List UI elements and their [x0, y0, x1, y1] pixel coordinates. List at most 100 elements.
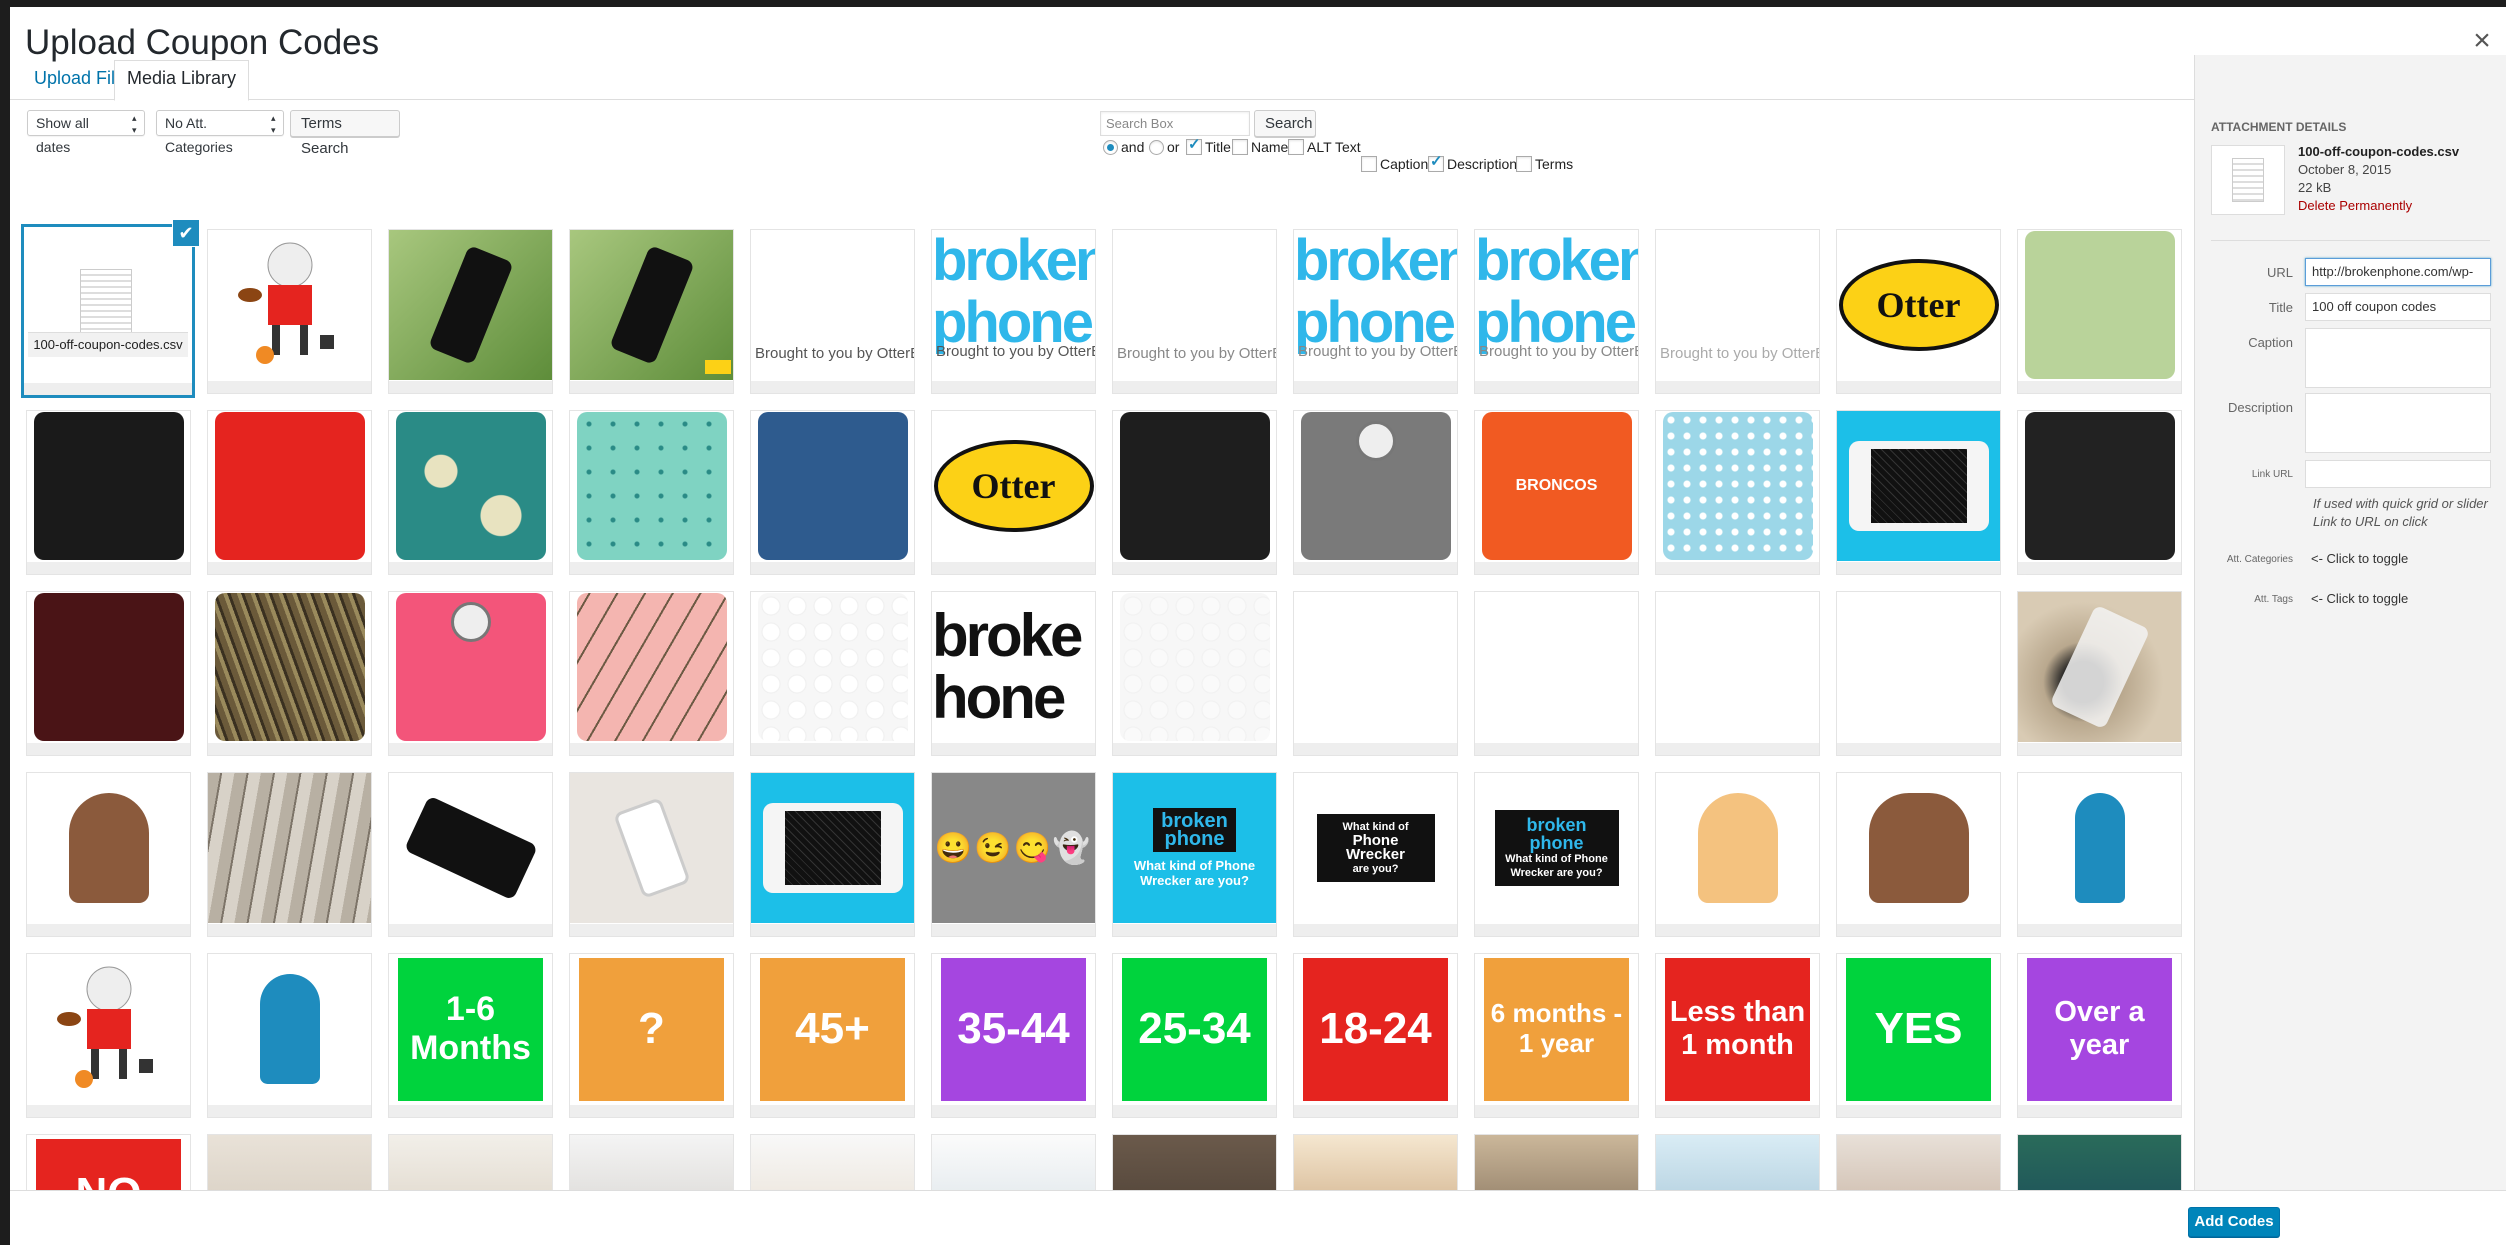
attachment-tile[interactable]: [388, 229, 553, 394]
attachment-tile[interactable]: 35-44: [931, 953, 1096, 1118]
attachment-tile[interactable]: [1655, 410, 1820, 575]
search-button[interactable]: Search: [1254, 110, 1316, 137]
option-terms[interactable]: Terms: [1516, 156, 1573, 172]
attachment-tile[interactable]: [1655, 772, 1820, 937]
attachment-tile[interactable]: 1-6 Months: [388, 953, 553, 1118]
attachment-tile[interactable]: brokenphone Brought to you by OtterBox: [1474, 229, 1639, 394]
attachment-tile[interactable]: [207, 953, 372, 1118]
attachment-tile[interactable]: [1112, 410, 1277, 575]
attachment-tile[interactable]: Brought to you by OtterBox: [1112, 229, 1277, 394]
attachment-tile[interactable]: [750, 410, 915, 575]
attachment-tile[interactable]: [207, 229, 372, 394]
checkbox-description[interactable]: [1428, 154, 1444, 172]
checkbox-name[interactable]: [1232, 139, 1248, 155]
attachment-tile[interactable]: 😀😉😋👻: [931, 772, 1096, 937]
checkbox-title[interactable]: [1186, 137, 1202, 155]
attachment-tile[interactable]: 45+: [750, 953, 915, 1118]
attachment-csv-selected[interactable]: 100-off-coupon-codes.csv: [21, 224, 195, 398]
checkbox-caption[interactable]: [1361, 156, 1377, 172]
attachment-tile[interactable]: brokenphone Brought to you by OtterBox: [1293, 229, 1458, 394]
attachment-tile[interactable]: NO: [26, 1134, 191, 1190]
attachment-tile[interactable]: [26, 591, 191, 756]
attachment-tile[interactable]: [2017, 1134, 2182, 1190]
attachment-tile[interactable]: brokenphone Brought to you by OtterBox: [931, 229, 1096, 394]
attachment-tile[interactable]: Brought to you by OtterBox: [1655, 229, 1820, 394]
option-title[interactable]: Title: [1186, 137, 1231, 155]
attachment-tile[interactable]: [2017, 591, 2182, 756]
checkbox-alt-text[interactable]: [1288, 139, 1304, 155]
option-description[interactable]: Description: [1428, 154, 1517, 172]
attachment-tile[interactable]: [1655, 1134, 1820, 1190]
attachment-tile[interactable]: Otter: [931, 410, 1096, 575]
attachment-tile[interactable]: broken phone What kind of Phone Wrecker a…: [1112, 772, 1277, 937]
link-url-field[interactable]: [2305, 460, 2491, 488]
attachment-tile[interactable]: [750, 1134, 915, 1190]
attachment-tile[interactable]: [388, 410, 553, 575]
attachment-tile[interactable]: [26, 410, 191, 575]
attachment-tile[interactable]: ?: [569, 953, 734, 1118]
url-field[interactable]: http://brokenphone.com/wp-: [2305, 258, 2491, 286]
attachment-tile[interactable]: [1474, 591, 1639, 756]
attachment-tile[interactable]: [2017, 772, 2182, 937]
attachment-tile[interactable]: [388, 591, 553, 756]
attachment-tile[interactable]: Otter: [1836, 229, 2001, 394]
attachment-tile[interactable]: Brought to you by OtterBox: [750, 229, 915, 394]
dates-filter-select[interactable]: Show all dates: [27, 110, 145, 155]
attachment-tile[interactable]: What kind of Phone Wrecker are you?: [1293, 772, 1458, 937]
attachment-tile[interactable]: [1836, 410, 2001, 575]
search-input[interactable]: Search Box: [1100, 111, 1250, 136]
attachment-tile[interactable]: [1474, 1134, 1639, 1190]
attachment-tile[interactable]: [1293, 591, 1458, 756]
attachment-tile[interactable]: [1836, 772, 2001, 937]
attachment-tile[interactable]: YES: [1836, 953, 2001, 1118]
attachment-tile[interactable]: [207, 1134, 372, 1190]
attachment-tile[interactable]: [569, 229, 734, 394]
option-and[interactable]: and: [1103, 139, 1144, 155]
attachment-tile[interactable]: [750, 591, 915, 756]
description-textarea[interactable]: [2305, 393, 2491, 453]
attachment-tile[interactable]: [26, 953, 191, 1118]
attachment-tile[interactable]: [1836, 1134, 2001, 1190]
att-categories-toggle[interactable]: <- Click to toggle: [2311, 551, 2408, 566]
attachment-tile[interactable]: 25-34: [1112, 953, 1277, 1118]
attachment-tile[interactable]: [26, 772, 191, 937]
terms-search-button[interactable]: Terms Search: [290, 110, 400, 157]
attachment-tile[interactable]: [569, 591, 734, 756]
attachment-tile[interactable]: BRONCOS: [1474, 410, 1639, 575]
attachment-tile[interactable]: [750, 772, 915, 937]
attachment-tile[interactable]: [2017, 229, 2182, 394]
attachment-tile[interactable]: broken phone What kind of Phone Wrecker …: [1474, 772, 1639, 937]
attachment-tile[interactable]: [388, 772, 553, 937]
att-tags-toggle[interactable]: <- Click to toggle: [2311, 591, 2408, 606]
attachment-tile[interactable]: [207, 591, 372, 756]
radio-and[interactable]: [1103, 139, 1118, 155]
attachment-tile[interactable]: [569, 410, 734, 575]
option-alt-text[interactable]: ALT Text: [1288, 139, 1361, 155]
radio-or[interactable]: [1149, 139, 1164, 155]
title-field[interactable]: 100 off coupon codes: [2305, 293, 2491, 321]
option-caption[interactable]: Caption: [1361, 156, 1428, 172]
attachment-tile[interactable]: broke hone: [931, 591, 1096, 756]
attachment-tile[interactable]: [1655, 591, 1820, 756]
attachment-tile[interactable]: [569, 1134, 734, 1190]
attachment-tile[interactable]: 6 months - 1 year: [1474, 953, 1639, 1118]
attachment-tile[interactable]: [931, 1134, 1096, 1190]
option-name[interactable]: Name: [1232, 139, 1288, 155]
attachment-tile[interactable]: 18-24: [1293, 953, 1458, 1118]
attachment-tile[interactable]: [1293, 1134, 1458, 1190]
attachment-tile[interactable]: [1293, 410, 1458, 575]
attachment-tile[interactable]: [569, 772, 734, 937]
attachment-tile[interactable]: Over a year: [2017, 953, 2182, 1118]
caption-textarea[interactable]: [2305, 328, 2491, 388]
attachment-tile[interactable]: [207, 410, 372, 575]
attachment-tile[interactable]: [1836, 591, 2001, 756]
attachment-tile[interactable]: [207, 772, 372, 937]
delete-permanently-link[interactable]: Delete Permanently: [2298, 197, 2459, 215]
attachment-tile[interactable]: Less than 1 month: [1655, 953, 1820, 1118]
checkbox-terms[interactable]: [1516, 156, 1532, 172]
add-codes-button[interactable]: Add Codes: [2188, 1207, 2280, 1237]
tab-media-library[interactable]: Media Library: [114, 60, 250, 101]
attachment-tile[interactable]: [2017, 410, 2182, 575]
attachment-tile[interactable]: [1112, 591, 1277, 756]
selected-check-icon[interactable]: ✔: [173, 220, 199, 246]
